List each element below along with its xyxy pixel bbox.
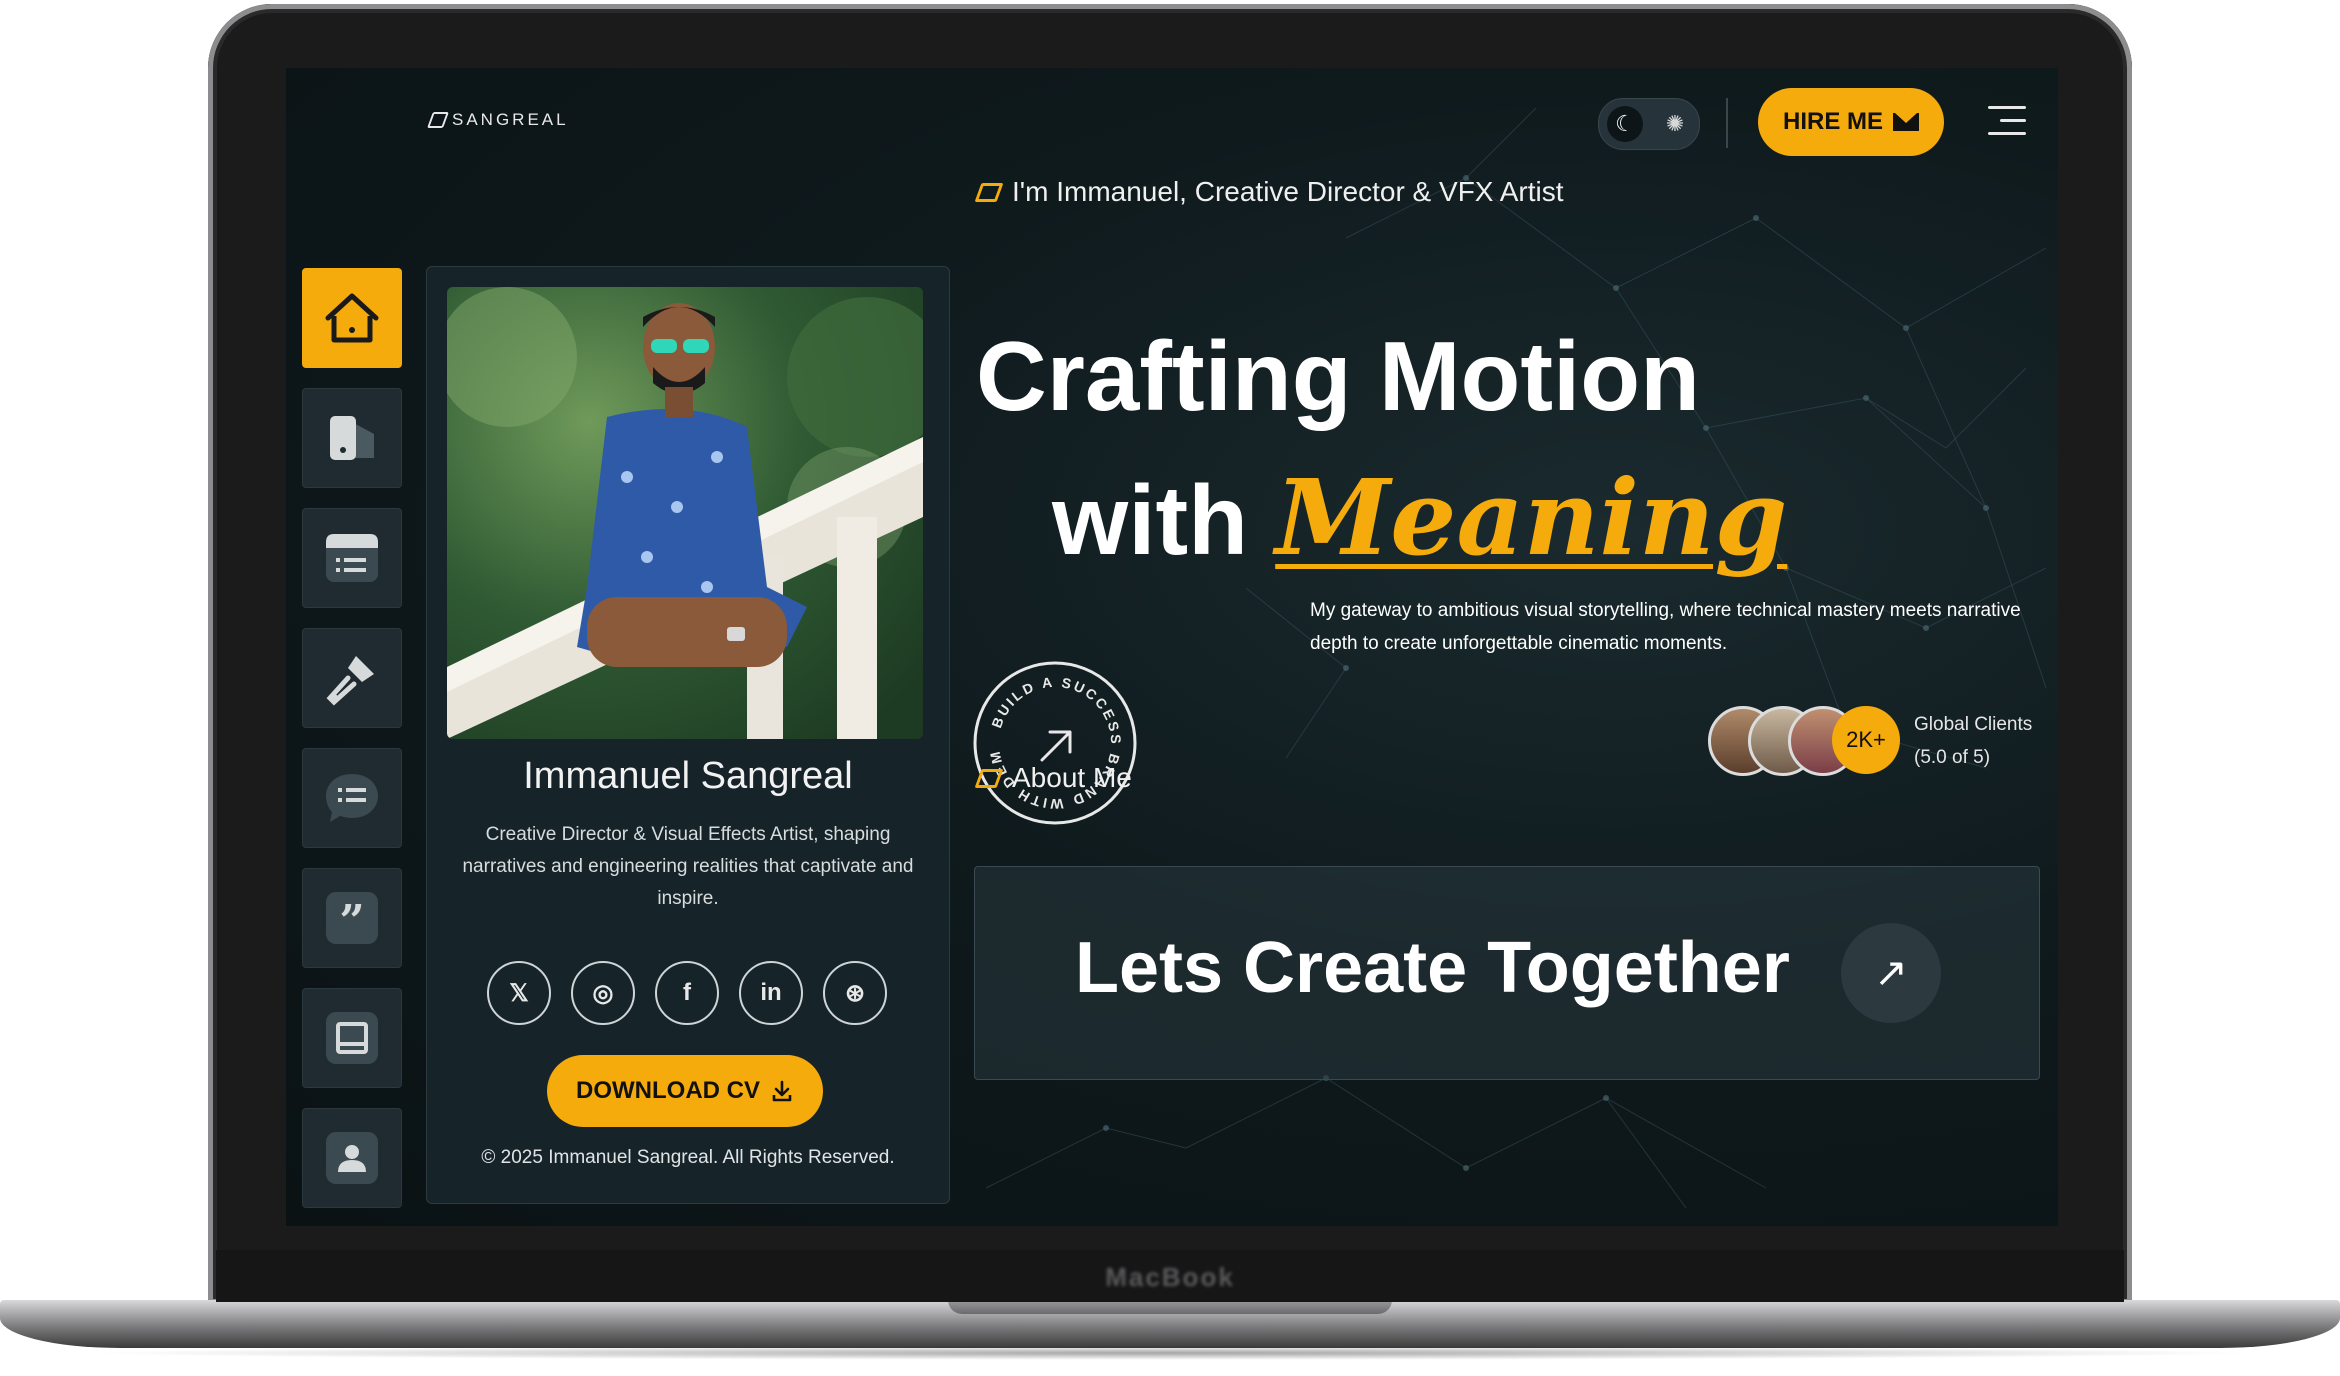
profile-name: Immanuel Sangreal — [523, 755, 853, 797]
copyright-text: © 2025 Immanuel Sangreal. All Rights Res… — [481, 1147, 895, 1168]
arrow-up-right-icon — [1040, 730, 1072, 762]
download-cv-label: DOWNLOAD CV — [576, 1077, 760, 1104]
hero-tagline: I'm Immanuel, Creative Director & VFX Ar… — [974, 176, 1564, 208]
clients-text: Global Clients (5.0 of 5) — [1914, 708, 2032, 774]
laptop-notch — [948, 1300, 1392, 1314]
home-icon — [325, 293, 379, 343]
sidebar-item-contact[interactable] — [302, 1108, 402, 1208]
profile-card: Immanuel Sangreal Creative Director & Vi… — [426, 266, 950, 1204]
menu-line — [1988, 106, 2026, 109]
social-links: 𝕏 ◎ f in ⊛ — [487, 961, 887, 1025]
clients-label: Global Clients — [1914, 714, 2033, 735]
instagram-icon[interactable]: ◎ — [571, 961, 635, 1025]
cta-text: Lets Create Together — [1075, 928, 1790, 1008]
profile-photo — [447, 287, 923, 739]
svg-text:”: ” — [339, 896, 364, 947]
hero-title-line2: with Meaning — [1052, 456, 1787, 579]
chat-icon — [326, 774, 378, 822]
menu-line — [2000, 119, 2026, 122]
header-divider — [1726, 98, 1728, 148]
arrow-up-right-icon[interactable]: ↗ — [1841, 923, 1941, 1023]
x-twitter-icon[interactable]: 𝕏 — [487, 961, 551, 1025]
lets-create-together-card[interactable]: Lets Create Together ↗ — [974, 866, 2040, 1080]
dribbble-icon[interactable]: ⊛ — [823, 961, 887, 1025]
hero-title-prefix: with — [1052, 465, 1276, 575]
tools-icon — [326, 656, 374, 706]
about-me-section-label: About Me — [974, 762, 1132, 794]
sidebar-item-home[interactable] — [302, 268, 402, 368]
laptop-shadow — [80, 1346, 2260, 1360]
menu-line — [1988, 132, 2026, 135]
portfolio-icon — [330, 416, 374, 460]
services-icon — [326, 534, 378, 582]
hire-me-label: HIRE ME — [1782, 108, 1883, 135]
logo-mark-icon — [427, 112, 449, 128]
success-badge[interactable]: BUILD A SUCCESS BRAND WITH DEMOUI — [972, 660, 1138, 826]
tag-mark-icon — [974, 768, 1004, 788]
download-icon — [772, 1080, 792, 1102]
clients-count: 2K+ — [1832, 706, 1900, 774]
about-me-text: About Me — [1012, 762, 1132, 793]
logo-text: SANGREAL — [452, 110, 569, 129]
hire-me-button[interactable]: HIRE ME — [1758, 88, 1944, 156]
hamburger-menu-icon[interactable] — [1988, 106, 2026, 136]
hero-lead: My gateway to ambitious visual storytell… — [1310, 600, 2021, 654]
sidebar-item-services[interactable] — [302, 508, 402, 608]
hero-title-highlight: Meaning — [1275, 456, 1788, 579]
envelope-icon — [1893, 113, 1919, 131]
facebook-icon[interactable]: f — [655, 961, 719, 1025]
hero-title-line1: Crafting Motion — [976, 321, 1700, 431]
clients-rating: (5.0 of 5) — [1914, 747, 1991, 768]
sidebar-item-chat[interactable] — [302, 748, 402, 848]
screen: SANGREAL ☾ ✺ HIRE ME ” Immanuel Sangreal… — [286, 68, 2058, 1226]
sun-icon[interactable]: ✺ — [1657, 106, 1693, 142]
sidebar-item-portfolio[interactable] — [302, 388, 402, 488]
profile-bio: Creative Director & Visual Effects Artis… — [462, 824, 914, 909]
contact-icon — [326, 1132, 378, 1184]
quote-icon: ” — [326, 892, 378, 947]
profile-photo-image — [447, 287, 923, 739]
sidebar-item-testimonials[interactable]: ” — [302, 868, 402, 968]
theme-toggle[interactable]: ☾ ✺ — [1598, 98, 1700, 150]
download-cv-button[interactable]: DOWNLOAD CV — [547, 1055, 823, 1127]
moon-icon[interactable]: ☾ — [1607, 106, 1643, 142]
sidebar-item-blog[interactable] — [302, 988, 402, 1088]
device-brand-label: MacBook — [1105, 1262, 1235, 1292]
sidebar-item-tools[interactable] — [302, 628, 402, 728]
hero-tagline-text: I'm Immanuel, Creative Director & VFX Ar… — [1012, 176, 1564, 207]
blog-icon — [326, 1012, 378, 1064]
tag-mark-icon — [974, 182, 1004, 202]
site-logo[interactable]: SANGREAL — [427, 110, 569, 130]
linkedin-icon[interactable]: in — [739, 961, 803, 1025]
